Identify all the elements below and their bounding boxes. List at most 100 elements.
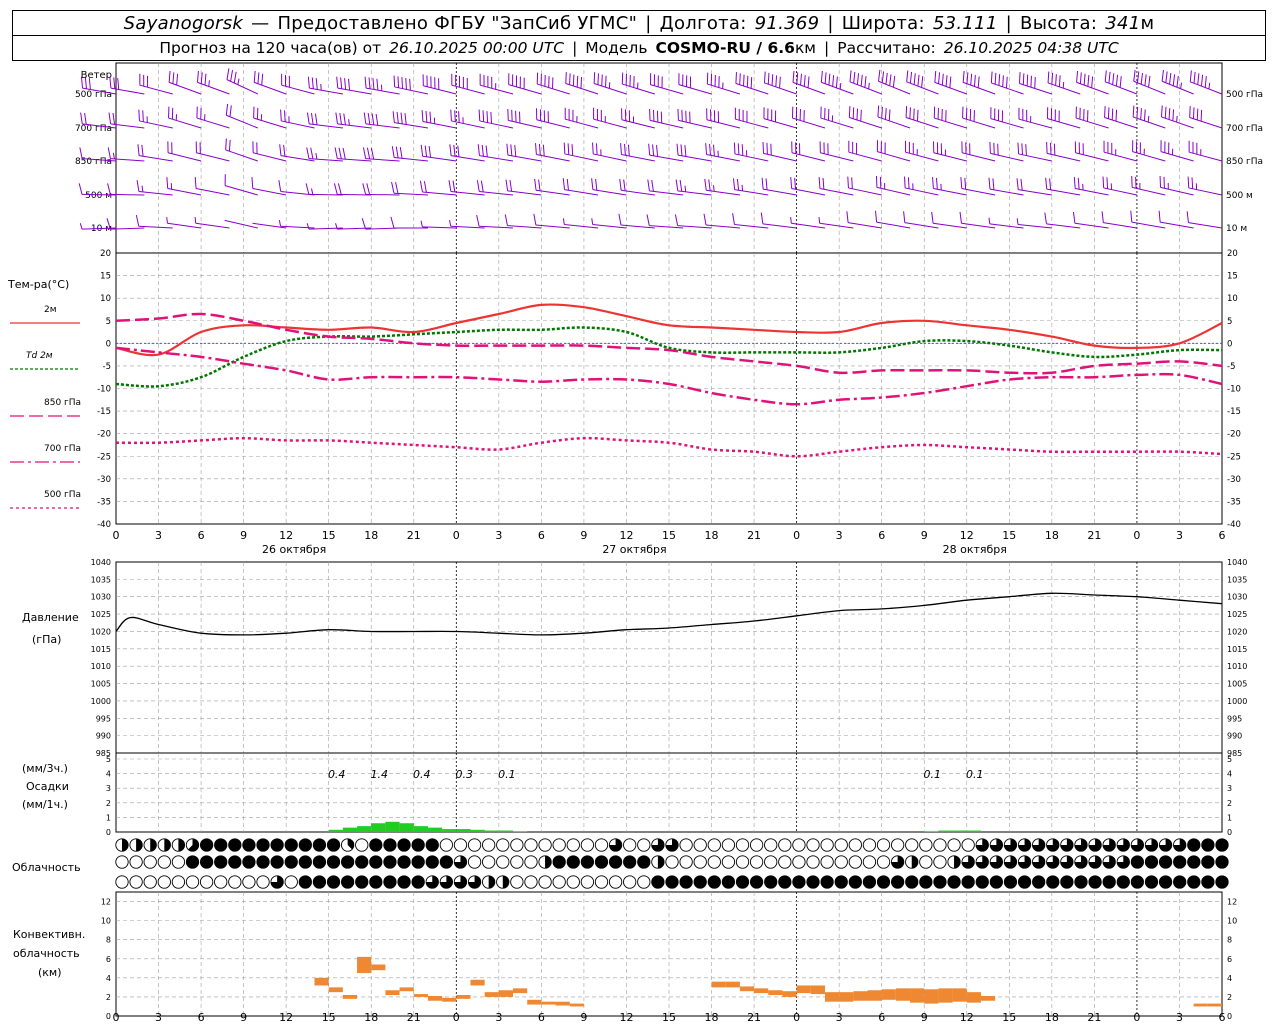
temp-ytick-label-right: 15 xyxy=(1227,272,1238,282)
precip-total-label: 0.1 xyxy=(923,768,941,781)
cloud-symbol xyxy=(1116,875,1130,889)
wind-barb-flag xyxy=(1196,108,1199,120)
wind-barb-staff xyxy=(1047,82,1081,95)
precip-bar xyxy=(385,821,400,832)
wind-barb-flag xyxy=(881,71,885,83)
wind-barb-staff xyxy=(565,118,599,129)
cloud-symbol xyxy=(1003,875,1018,889)
cloud-symbol xyxy=(834,875,848,889)
cloud-symbol-fill xyxy=(722,875,735,889)
wind-barb-flag xyxy=(931,211,934,224)
cloud-symbol xyxy=(1144,875,1159,889)
wind-barb-staff xyxy=(110,193,145,196)
wind-barb-staff xyxy=(507,190,542,196)
precip-ytick-label-right: 4 xyxy=(1227,770,1232,779)
wind-barb-halfflag xyxy=(315,153,318,160)
wind-barb-staff xyxy=(394,122,429,129)
wind-barb-flag xyxy=(732,178,736,190)
wind-barb xyxy=(763,71,797,95)
pressure-title: Давление xyxy=(22,611,79,624)
wind-barb xyxy=(903,211,939,229)
cloud-symbol xyxy=(171,838,186,852)
wind-barb-halfflag xyxy=(1180,82,1183,89)
temp-ytick-label: 10 xyxy=(100,294,111,304)
pressure-ytick-label-right: 1005 xyxy=(1227,680,1247,689)
cloud-symbol-fill xyxy=(299,838,312,852)
cloud-symbol xyxy=(1187,855,1201,869)
wind-barb-flag xyxy=(375,113,379,126)
cloud-symbol-outline xyxy=(552,875,566,889)
wind-barb-flag xyxy=(1058,75,1061,87)
cloud-symbol xyxy=(312,875,327,889)
wind-barb-flag xyxy=(705,143,708,155)
convective-bar xyxy=(966,992,981,1003)
temp-legend-label: 2м xyxy=(44,305,57,315)
cloud-symbol-fill xyxy=(256,838,270,852)
wind-barb-flag xyxy=(977,76,980,88)
wind-barb-flag xyxy=(1079,72,1082,84)
temp-legend-label: 850 гПа xyxy=(44,398,81,408)
time-tick-label-bottom: 12 xyxy=(960,1011,974,1024)
wind-barb-flag xyxy=(846,211,849,223)
cloud-symbol-fill xyxy=(411,855,425,869)
cloud-symbol-outline xyxy=(510,875,524,889)
date-label: 28 октября xyxy=(943,543,1007,556)
cloud-symbol xyxy=(1017,875,1032,889)
wind-barb xyxy=(252,141,287,162)
cloud-symbol-fill xyxy=(256,855,270,869)
cloud-symbol-fill xyxy=(242,838,256,852)
wind-barb-flag xyxy=(875,210,878,223)
convective-bar xyxy=(1193,1003,1208,1007)
wind-barb-flag xyxy=(794,177,797,190)
wind-barb-staff xyxy=(821,81,854,95)
cloud-symbol xyxy=(340,838,355,852)
wind-barb-staff xyxy=(167,152,202,162)
cloud-symbol-fill xyxy=(397,875,411,889)
cloud-symbol-outline xyxy=(538,875,552,889)
wind-barb-flag xyxy=(228,139,231,152)
cloud-symbol-outline xyxy=(721,855,736,869)
wind-barb-flag xyxy=(420,144,424,157)
cloud-symbol xyxy=(933,838,947,852)
wind-barb-flag xyxy=(1104,70,1107,82)
wind-barb-flag xyxy=(888,109,891,121)
cloud-symbol xyxy=(199,875,214,889)
cloud-symbol-fill xyxy=(552,855,566,869)
wind-barb-flag xyxy=(1204,76,1207,88)
wind-barb-flag xyxy=(428,146,432,158)
cloud-symbol xyxy=(834,838,848,852)
cloud-symbol-fill xyxy=(383,875,397,889)
wind-barb xyxy=(1132,140,1166,162)
cloud-symbol-fill xyxy=(299,875,312,889)
wind-barb xyxy=(224,219,258,229)
wind-barb-flag xyxy=(1055,74,1057,86)
wind-barb-staff xyxy=(849,117,882,129)
cloud-symbol-outline xyxy=(778,838,792,852)
cloud-symbol-fill xyxy=(285,838,298,852)
temp-ytick-label-right: 10 xyxy=(1227,294,1238,304)
precip-ytick-label-right: 5 xyxy=(1227,755,1232,764)
wind-barb xyxy=(280,109,315,129)
cloud-symbol xyxy=(199,855,214,869)
wind-barb-flag xyxy=(480,180,484,192)
time-tick-label-bottom: 18 xyxy=(1045,1011,1059,1024)
wind-barb-flag xyxy=(510,144,513,156)
cloud-symbol-fill xyxy=(905,875,918,889)
wind-barb-flag xyxy=(283,144,286,157)
wind-barb-flag xyxy=(362,147,367,159)
wind-barb-flag xyxy=(566,178,569,191)
cloud-symbol xyxy=(1088,875,1102,889)
time-tick-label: 3 xyxy=(1176,529,1183,542)
wind-barb-staff xyxy=(309,123,343,129)
cloud-symbol-fill xyxy=(341,855,354,869)
wind-barb-staff xyxy=(763,188,797,196)
time-tick-label: 15 xyxy=(662,529,676,542)
cloud-symbol xyxy=(284,838,298,852)
wind-barb-staff xyxy=(906,81,939,95)
cloud-symbol xyxy=(1144,855,1159,869)
cloud-symbol xyxy=(1032,875,1046,889)
temp-ytick-label-right: -35 xyxy=(1227,497,1241,507)
time-tick-label: 9 xyxy=(240,529,247,542)
cloud-symbol-outline xyxy=(890,838,905,852)
cloud-symbol xyxy=(298,855,312,869)
